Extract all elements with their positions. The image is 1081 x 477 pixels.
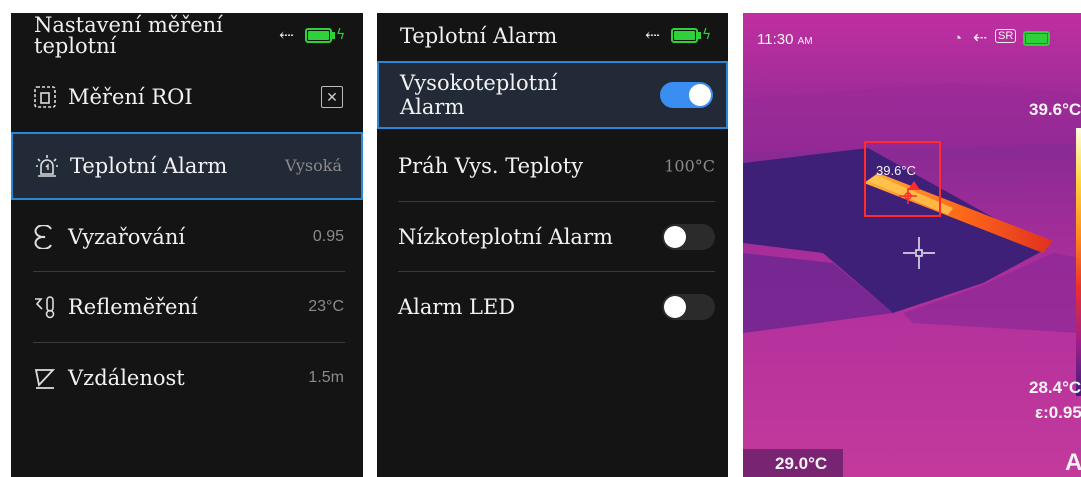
battery-tip (332, 32, 335, 39)
clock-ampm: AM (797, 36, 813, 47)
menu-item-value: Vysoká (284, 156, 342, 175)
menu-item-distance[interactable]: Vzdálenost 1.5m (11, 344, 363, 412)
menu-item-roi[interactable]: Měření ROI ✕ (11, 63, 363, 131)
menu-item-label: Vzdálenost (68, 366, 185, 390)
page-title: Teplotní Alarm (400, 24, 558, 48)
divider (398, 201, 715, 202)
menu-item-emissivity[interactable]: Vyzařování 0.95 (11, 203, 363, 271)
battery-icon (305, 28, 332, 43)
menu-item-value: 0.95 (312, 228, 344, 245)
reflected-temp-icon (35, 296, 55, 319)
min-temp-label: 28.4°C (1029, 378, 1081, 397)
wifi-icon: ◔ (953, 30, 963, 47)
setting-alarm-led[interactable]: Alarm LED (377, 273, 728, 341)
menu-item-label: Měření ROI (68, 85, 193, 109)
sr-badge: SR (995, 29, 1017, 43)
temperature-alarm-screen: Teplotní Alarm ⇠ ϟ Vysokoteplotní Alarm … (377, 13, 728, 477)
status-bar: Nastavení měření teplotní ⇠ ϟ (11, 13, 363, 60)
menu-item-label: Reflemĕření (68, 295, 198, 319)
usb-icon: ⇠ (973, 28, 988, 47)
mode-indicator[interactable]: A (1065, 449, 1081, 477)
battery-tip (698, 32, 701, 39)
divider (33, 271, 345, 272)
setting-value: 100°C (664, 156, 715, 176)
alarm-led-toggle[interactable] (662, 294, 715, 320)
setting-high-temp-threshold[interactable]: Práh Vys. Teploty 100°C (377, 132, 728, 200)
menu-item-value: 23°C (308, 298, 344, 315)
setting-label: Práh Vys. Teploty (398, 154, 584, 178)
setting-low-temp-alarm[interactable]: Nízkoteplotní Alarm (377, 203, 728, 271)
setting-label: Nízkoteplotní Alarm (398, 225, 613, 249)
high-temp-alarm-toggle[interactable] (660, 82, 713, 108)
roi-icon (34, 86, 56, 108)
setting-label: Vysokoteplotní Alarm (400, 71, 558, 119)
clock: 11:30 AM (757, 31, 813, 48)
roi-temp-label: 39.6°C (876, 163, 916, 178)
setting-label: Alarm LED (398, 295, 516, 319)
center-crosshair-icon (903, 237, 935, 269)
menu-item-label: Teplotní Alarm (70, 154, 228, 178)
setting-high-temp-alarm[interactable]: Vysokoteplotní Alarm (377, 61, 728, 129)
menu-item-reflected-temperature[interactable]: Reflemĕření 23°C (11, 273, 363, 341)
clock-time: 11:30 (757, 31, 794, 48)
distance-icon (34, 369, 56, 389)
measurement-settings-screen: Nastavení měření teplotní ⇠ ϟ Měření ROI… (11, 13, 363, 477)
hotspot-marker-icon (899, 181, 920, 204)
divider (398, 271, 715, 272)
emissivity-icon (34, 225, 52, 249)
toggle-knob (664, 296, 686, 318)
center-temp-label: 29.0°C (775, 454, 828, 473)
charging-icon: ϟ (702, 27, 712, 43)
usb-icon: ⇠ (645, 25, 661, 46)
menu-item-value: 1.5m (308, 369, 344, 386)
toggle-knob (664, 226, 686, 248)
emissivity-label: ε:0.95 (1035, 403, 1081, 422)
usb-icon: ⇠ (279, 25, 295, 46)
close-icon[interactable]: ✕ (321, 86, 343, 108)
divider (33, 342, 345, 343)
toggle-knob (689, 84, 711, 106)
thermal-camera-screen: 11:30 AM ◔ ⇠ SR 39.6°C 39.6°C 28.4°C ε:0… (743, 13, 1081, 477)
alarm-light-icon (36, 155, 58, 177)
menu-item-temperature-alarm[interactable]: Teplotní Alarm Vysoká (11, 132, 363, 200)
battery-icon (1023, 31, 1050, 46)
low-temp-alarm-toggle[interactable] (662, 224, 715, 250)
max-temp-label: 39.6°C (1029, 100, 1081, 119)
status-bar: Teplotní Alarm ⇠ ϟ (377, 13, 728, 60)
charging-icon: ϟ (336, 27, 346, 43)
temperature-scale-bar (1076, 128, 1081, 396)
menu-item-label: Vyzařování (68, 225, 186, 249)
battery-icon (671, 28, 698, 43)
page-title: Nastavení měření teplotní (34, 13, 223, 58)
